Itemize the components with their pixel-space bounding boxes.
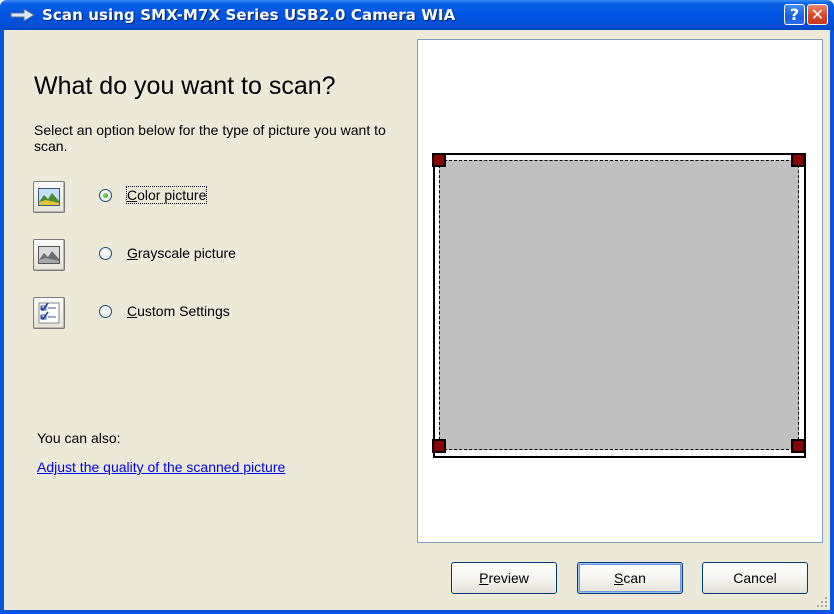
grayscale-picture-label[interactable]: Grayscale picture	[127, 245, 236, 261]
help-icon: ?	[789, 5, 800, 24]
window-title: Scan using SMX-M7X Series USB2.0 Camera …	[42, 6, 456, 24]
title-bar[interactable]: Scan using SMX-M7X Series USB2.0 Camera …	[0, 0, 834, 30]
instructions-text: Select an option below for the type of p…	[34, 122, 386, 154]
resize-grip-icon[interactable]	[816, 596, 828, 608]
scan-region[interactable]	[439, 160, 799, 450]
preview-button[interactable]: Preview	[451, 562, 557, 594]
close-button[interactable]: ✕	[807, 4, 828, 25]
you-can-also-label: You can also:	[37, 430, 121, 446]
cancel-button[interactable]: Cancel	[702, 562, 808, 594]
grayscale-picture-radio[interactable]	[99, 247, 112, 260]
crop-handle-top-right[interactable]	[791, 153, 805, 167]
crop-handle-bottom-right[interactable]	[791, 439, 805, 453]
help-button[interactable]: ?	[784, 4, 805, 25]
custom-settings-icon[interactable]	[33, 297, 65, 329]
custom-settings-radio[interactable]	[99, 305, 112, 318]
close-icon: ✕	[810, 5, 825, 24]
crop-handle-top-left[interactable]	[432, 153, 446, 167]
adjust-quality-link[interactable]: Adjust the quality of the scanned pictur…	[37, 459, 285, 475]
scan-dialog: Scan using SMX-M7X Series USB2.0 Camera …	[0, 0, 834, 614]
scanner-arrow-icon	[10, 8, 35, 22]
scan-preview-pane[interactable]	[417, 39, 823, 543]
color-picture-label[interactable]: Color picture	[125, 186, 208, 204]
color-picture-radio[interactable]	[99, 189, 112, 202]
custom-settings-label[interactable]: Custom Settings	[127, 303, 230, 319]
color-picture-icon[interactable]	[33, 181, 65, 213]
grayscale-picture-icon[interactable]	[33, 239, 65, 271]
page-title: What do you want to scan?	[34, 72, 336, 100]
crop-handle-bottom-left[interactable]	[432, 439, 446, 453]
scan-button[interactable]: Scan	[577, 562, 683, 594]
